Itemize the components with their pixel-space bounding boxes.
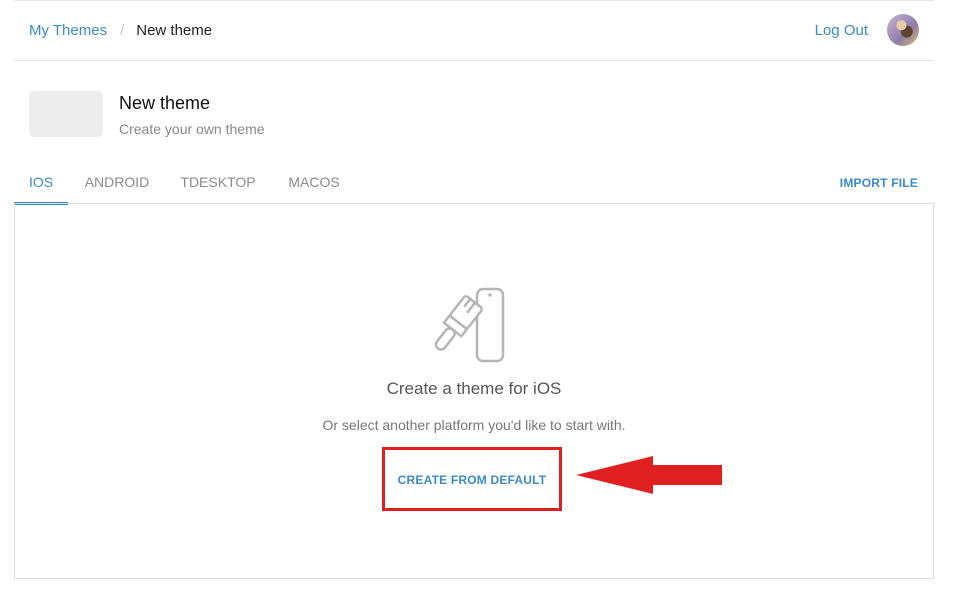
breadcrumb-current: New theme [136,22,213,39]
import-file-button[interactable]: IMPORT FILE [840,160,918,206]
page-subtitle: Create your own theme [119,121,265,137]
avatar[interactable] [887,14,919,46]
logout-link[interactable]: Log Out [815,22,868,39]
create-from-default-highlight: CREATE FROM DEFAULT [382,447,562,511]
tab-tdesktop[interactable]: TDESKTOP [179,160,257,202]
empty-state-subtitle: Or select another platform you'd like to… [322,417,626,433]
tab-macos[interactable]: MACOS [286,160,342,202]
page-title: New theme [119,93,211,113]
paint-brush-phone-icon [434,287,505,363]
pointer-arrow-icon [576,456,722,494]
empty-state-panel: Create a theme for iOS Or select another… [14,203,934,579]
platform-tabs: IOS ANDROID TDESKTOP MACOS IMPORT FILE [14,160,934,206]
breadcrumb-my-themes-link[interactable]: My Themes [29,22,107,39]
breadcrumb-separator: / [120,22,125,39]
create-from-default-button[interactable]: CREATE FROM DEFAULT [385,450,559,508]
empty-state-title: Create a theme for iOS [386,379,562,398]
tab-android[interactable]: ANDROID [82,160,152,202]
breadcrumb: My Themes / New theme [29,22,212,39]
theme-thumbnail [29,91,103,137]
tab-ios[interactable]: IOS [14,160,68,205]
top-bar: My Themes / New theme Log Out [14,0,934,61]
